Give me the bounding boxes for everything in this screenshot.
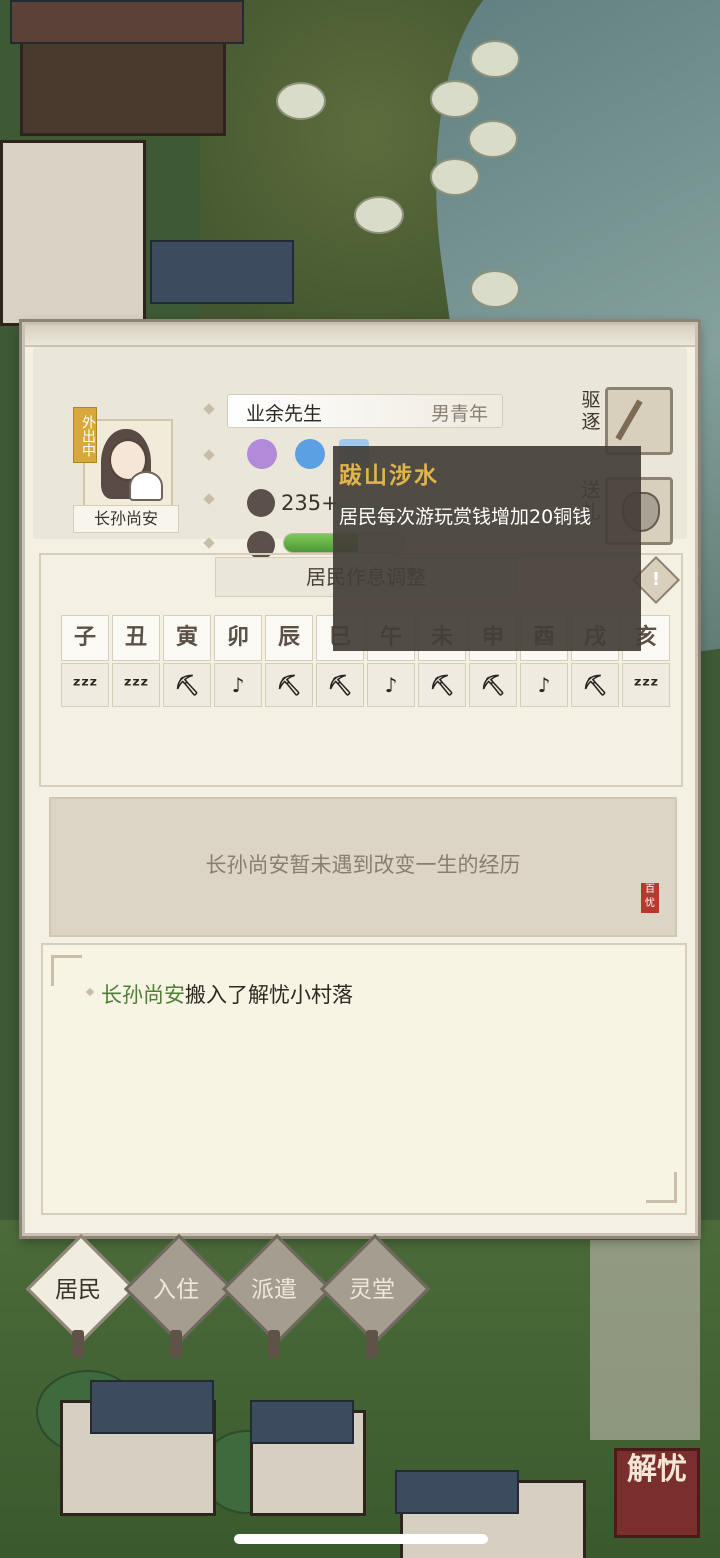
blue-roof [395,1470,519,1514]
bullet-dot [203,537,215,549]
hour-cell: 丑 [112,615,160,661]
expel-button[interactable] [605,387,673,455]
male-trait-icon[interactable] [295,439,325,469]
cabbage-crop [430,80,480,118]
cabbage-crop [430,158,480,196]
bullet-dot [203,403,215,415]
occupation-title: 业余先生 [246,403,323,425]
life-story-box: 长孙尚安暂未遇到改变一生的经历 百忧 [49,797,677,937]
home-indicator[interactable] [234,1534,488,1544]
corner-ornament [51,955,82,986]
tab-checkin-label: 入住 [153,1277,199,1303]
tab-residents-label: 居民 [55,1277,101,1303]
work-activity-icon[interactable]: ⛏ [418,663,466,707]
stone-path [590,1240,700,1440]
cabbage-crop [470,40,520,78]
tooltip-title: 跋山涉水 [339,463,439,489]
occupation-bar: 业余先生 男青年 [227,394,503,428]
blue-roof [150,240,294,304]
lotus-trait-icon[interactable] [247,439,277,469]
work-activity-icon[interactable]: ⛏ [469,663,517,707]
blue-roof [250,1400,354,1444]
activity-row: ᶻᶻᶻ ᶻᶻᶻ ⛏ ♪ ⛏ ⛏ ♪ ⛏ ⛏ ♪ ⛏ ᶻᶻᶻ [61,663,670,707]
tab-peg [268,1330,280,1358]
hour-cell: 寅 [163,615,211,661]
resident-name: 长孙尚安 [73,505,179,533]
play-activity-icon[interactable]: ♪ [520,663,568,707]
sleep-activity-icon[interactable]: ᶻᶻᶻ [112,663,160,707]
log-resident-name[interactable]: 长孙尚安 [101,983,185,1007]
work-activity-icon[interactable]: ⛏ [163,663,211,707]
jieyou-button[interactable]: 解忧 [614,1448,700,1538]
status-badge: 外出中 [73,407,97,463]
expel-label: 驱逐 [581,389,601,433]
work-activity-icon[interactable]: ⛏ [265,663,313,707]
cabbage-crop [470,270,520,308]
avatar-fan [129,471,163,501]
money-value: 235+ [281,491,339,515]
hour-cell: 辰 [265,615,313,661]
bullet-dot [203,493,215,505]
hour-cell: 卯 [214,615,262,661]
play-activity-icon[interactable]: ♪ [214,663,262,707]
broom-icon [615,399,643,441]
tab-dispatch-label: 派遣 [251,1277,297,1303]
trait-tooltip: 跋山涉水 居民每次游玩赏钱增加20铜钱 [333,446,641,651]
log-event-text: 搬入了解忧小村落 [185,983,353,1007]
cabbage-crop [276,82,326,120]
tab-peg [170,1330,182,1358]
pagoda-roof [10,0,244,44]
story-text: 长孙尚安暂未遇到改变一生的经历 [205,853,521,877]
bullet-dot [85,987,95,997]
event-log: 长孙尚安搬入了解忧小村落 [41,943,687,1215]
corner-ornament [646,1172,677,1203]
cabbage-crop [354,196,404,234]
tooltip-description: 居民每次游玩赏钱增加20铜钱 [339,506,592,528]
hour-cell: 子 [61,615,109,661]
white-house [0,140,146,326]
log-entry: 长孙尚安搬入了解忧小村落 [101,979,353,1009]
work-activity-icon[interactable]: ⛏ [316,663,364,707]
seal-stamp: 百忧 [641,883,659,913]
tab-memorial-label: 灵堂 [349,1277,395,1303]
tab-peg [72,1330,84,1358]
sleep-activity-icon[interactable]: ᶻᶻᶻ [622,663,670,707]
heart-coin-icon [247,489,275,517]
tab-peg [366,1330,378,1358]
work-activity-icon[interactable]: ⛏ [571,663,619,707]
sleep-activity-icon[interactable]: ᶻᶻᶻ [61,663,109,707]
play-activity-icon[interactable]: ♪ [367,663,415,707]
warning-icon: ! [651,569,661,590]
bullet-dot [203,449,215,461]
blue-roof [90,1380,214,1434]
panel-top-bar [25,325,695,347]
cabbage-crop [468,120,518,158]
resident-category: 男青年 [430,403,488,425]
